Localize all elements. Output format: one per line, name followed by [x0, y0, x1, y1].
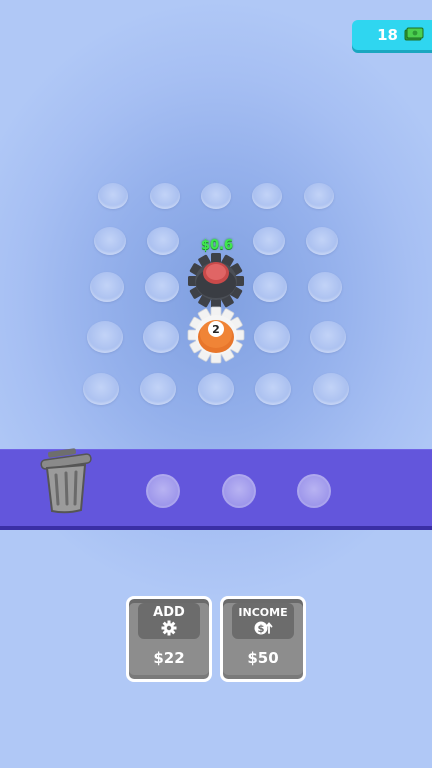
svg-text:$: $ — [258, 624, 265, 635]
board-slot[interactable] — [253, 272, 287, 302]
coin-up-icon: $ — [253, 620, 273, 640]
board-slot[interactable] — [140, 373, 176, 405]
add-price: $22 — [153, 649, 185, 667]
board-slot[interactable] — [145, 272, 179, 302]
gear-icon — [161, 620, 177, 640]
board-slot[interactable] — [252, 183, 282, 209]
gear-earning-label: $0.6 — [200, 238, 234, 253]
income-price: $50 — [247, 649, 279, 667]
add-button-header: ADD — [138, 603, 200, 639]
board-slot[interactable] — [306, 227, 338, 255]
board-slot[interactable] — [304, 183, 334, 209]
gear-level-number: 2 — [212, 323, 220, 336]
income-upgrade-button[interactable]: INCOME $ $50 — [220, 596, 306, 682]
board-slot[interactable] — [94, 227, 126, 255]
board-slot[interactable] — [147, 227, 179, 255]
board-slot[interactable] — [201, 183, 231, 209]
board-slot[interactable] — [150, 183, 180, 209]
board-slot[interactable] — [83, 373, 119, 405]
board-slot[interactable] — [254, 321, 290, 353]
board-slot[interactable] — [143, 321, 179, 353]
board-slot[interactable] — [98, 183, 128, 209]
board-slot[interactable] — [253, 227, 285, 255]
white-gear[interactable]: 2 — [186, 306, 246, 364]
dark-gear[interactable] — [185, 252, 247, 310]
board-slot[interactable] — [310, 321, 346, 353]
income-button-label: INCOME — [238, 606, 288, 619]
board-slot[interactable] — [90, 272, 124, 302]
income-button-header: INCOME $ — [232, 603, 294, 639]
gear-board: $0.6 2 — [0, 0, 432, 440]
trash-can-icon[interactable] — [38, 448, 94, 518]
tray-slot[interactable] — [297, 474, 331, 508]
board-slot[interactable] — [313, 373, 349, 405]
tray-slot[interactable] — [222, 474, 256, 508]
add-button-label: ADD — [153, 605, 185, 620]
board-slot[interactable] — [255, 373, 291, 405]
board-slot[interactable] — [87, 321, 123, 353]
board-slot[interactable] — [308, 272, 342, 302]
add-gear-button[interactable]: ADD $22 — [126, 596, 212, 682]
tray-slot[interactable] — [146, 474, 180, 508]
board-slot[interactable] — [198, 373, 234, 405]
